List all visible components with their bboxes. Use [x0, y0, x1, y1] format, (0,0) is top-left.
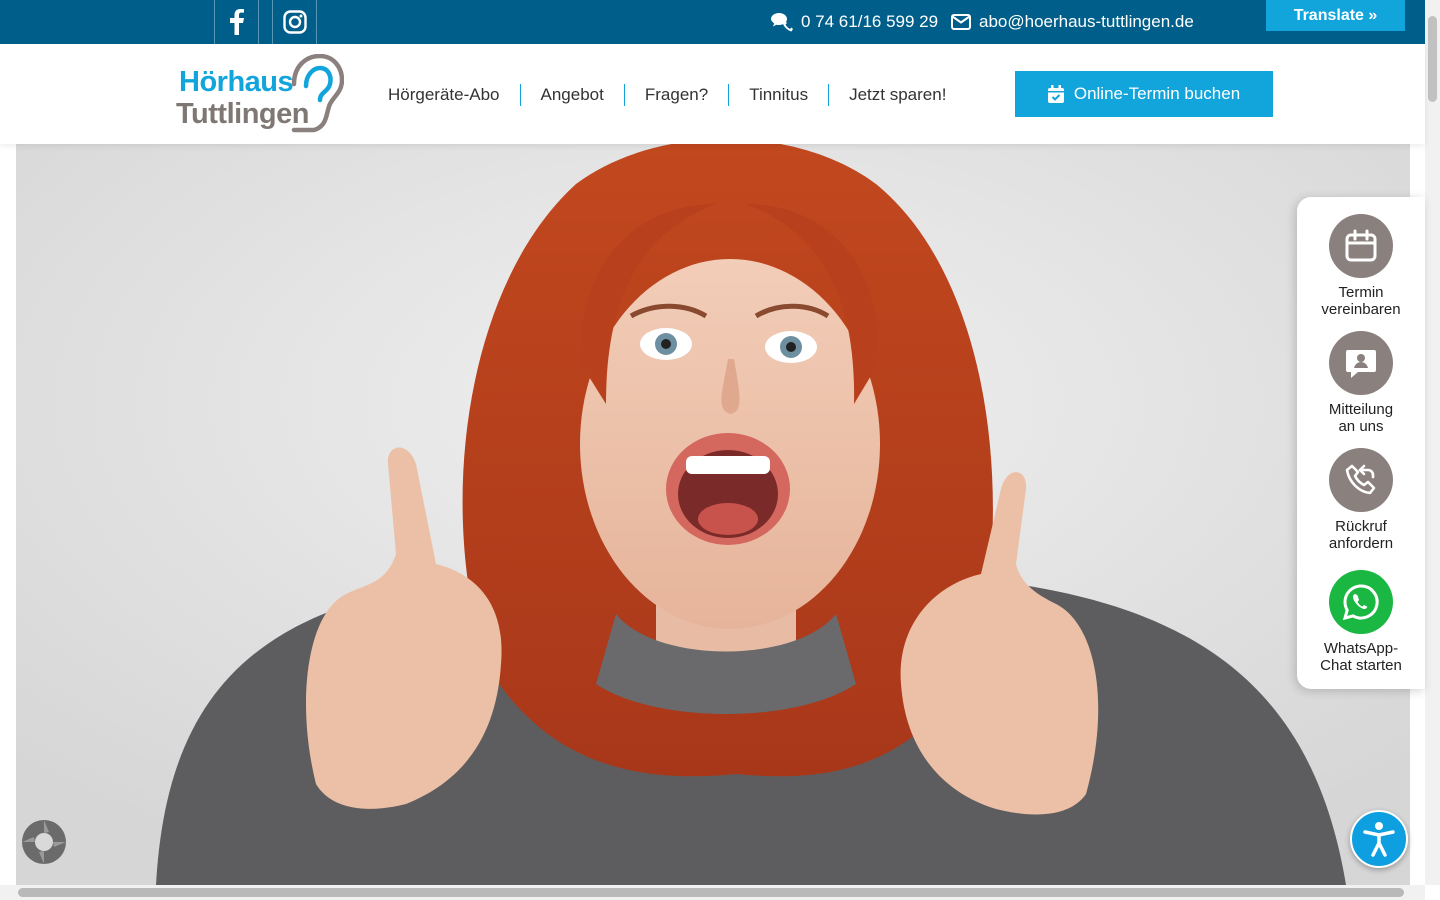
- email-address: abo@hoerhaus-tuttlingen.de: [979, 12, 1194, 31]
- calendar-check-icon: [1047, 85, 1064, 103]
- widget-circle: [1329, 570, 1393, 634]
- nav-item-tinnitus[interactable]: Tinnitus: [729, 84, 830, 106]
- site-header: Hörhaus Tuttlingen Hörgeräte-Abo Angebot…: [0, 44, 1425, 144]
- phone-chat-icon: [771, 13, 793, 32]
- horizontal-scroll-thumb[interactable]: [18, 888, 1404, 897]
- main-nav: Hörgeräte-Abo Angebot Fragen? Tinnitus J…: [368, 82, 966, 108]
- email-link[interactable]: abo@hoerhaus-tuttlingen.de: [951, 11, 1194, 33]
- widget-label-line1: Mitteilung: [1328, 401, 1394, 418]
- online-termin-label: Online-Termin buchen: [1073, 84, 1241, 103]
- widget-label-line1: WhatsApp-: [1323, 640, 1399, 657]
- whatsapp-icon: [1342, 584, 1379, 621]
- vertical-scrollbar[interactable]: [1425, 0, 1440, 885]
- facebook-icon: [229, 9, 244, 35]
- nav-item-fragen[interactable]: Fragen?: [625, 84, 730, 106]
- phone-number: 0 74 61/16 599 29: [801, 12, 939, 31]
- widget-circle: [1329, 331, 1393, 395]
- logo-text-1: Hörhaus: [179, 66, 294, 98]
- phone-link[interactable]: 0 74 61/16 599 29: [771, 11, 938, 33]
- widget-termin-vereinbaren[interactable]: Termin vereinbaren: [1297, 214, 1425, 318]
- cookie-settings-button[interactable]: [20, 818, 68, 866]
- online-termin-button[interactable]: Online-Termin buchen: [1015, 71, 1273, 117]
- widget-label-line1: Termin: [1338, 284, 1384, 301]
- page: 0 74 61/16 599 29 abo@hoerhaus-tuttlinge…: [0, 0, 1440, 900]
- widget-label: Mitteilung an uns: [1297, 401, 1425, 435]
- accessibility-button[interactable]: [1350, 810, 1408, 868]
- vertical-scroll-thumb[interactable]: [1428, 16, 1437, 102]
- instagram-icon: [282, 10, 307, 34]
- hero-photo-woman-thumbs-up: [16, 144, 1410, 885]
- mail-icon: [951, 14, 971, 30]
- nav-item-angebot[interactable]: Angebot: [521, 84, 625, 106]
- widget-label: WhatsApp- Chat starten: [1297, 640, 1425, 674]
- callback-phone-icon: [1345, 464, 1376, 495]
- widget-label-line2: vereinbaren: [1321, 301, 1401, 318]
- widget-whatsapp[interactable]: WhatsApp- Chat starten: [1297, 570, 1425, 674]
- nav-item-jetzt-sparen[interactable]: Jetzt sparen!: [829, 84, 966, 106]
- widget-label-line2: anfordern: [1328, 535, 1394, 552]
- horizontal-scrollbar[interactable]: [0, 885, 1425, 900]
- widget-label: Termin vereinbaren: [1297, 284, 1425, 318]
- widget-rueckruf[interactable]: Rückruf anfordern: [1297, 448, 1425, 552]
- widget-circle: [1329, 448, 1393, 512]
- widget-circle: [1329, 214, 1393, 278]
- widget-label: Rückruf anfordern: [1297, 518, 1425, 552]
- ear-icon: [291, 54, 344, 133]
- nav-item-hoergeraete-abo[interactable]: Hörgeräte-Abo: [368, 84, 521, 106]
- calendar-icon: [1345, 229, 1377, 262]
- cookie-icon: [22, 820, 66, 864]
- instagram-link[interactable]: [272, 0, 317, 44]
- widget-label-line2: an uns: [1338, 418, 1384, 435]
- widget-mitteilung[interactable]: Mitteilung an uns: [1297, 331, 1425, 435]
- accessibility-icon: [1363, 822, 1395, 857]
- facebook-link[interactable]: [214, 0, 259, 44]
- translate-button[interactable]: Translate »: [1266, 0, 1405, 31]
- widget-label-line2: Chat starten: [1320, 657, 1402, 674]
- site-logo[interactable]: Hörhaus Tuttlingen: [176, 52, 346, 136]
- hero-image: [16, 144, 1410, 885]
- top-bar: 0 74 61/16 599 29 abo@hoerhaus-tuttlinge…: [0, 0, 1425, 44]
- message-icon: [1346, 350, 1376, 378]
- contact-widget: Termin vereinbaren Mitteilung an uns Rüc…: [1297, 197, 1425, 689]
- widget-label-line1: Rückruf: [1335, 518, 1387, 535]
